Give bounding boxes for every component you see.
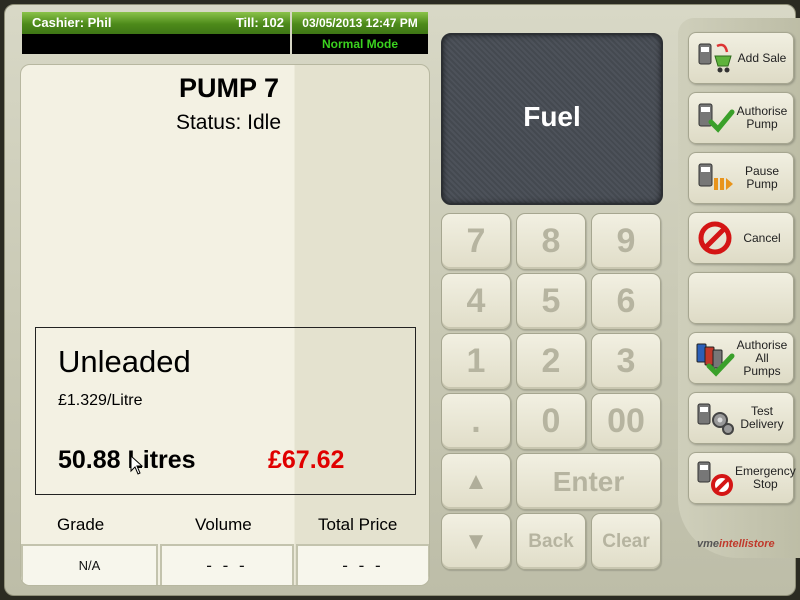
pump-gears-icon bbox=[697, 403, 734, 435]
key-up[interactable]: ▲ bbox=[441, 453, 511, 510]
pause-pump-label: Pause Pump bbox=[744, 164, 780, 191]
add-sale-label: Add Sale bbox=[737, 50, 787, 65]
brand-logo-prefix: vme bbox=[697, 538, 720, 550]
pump-stop-icon bbox=[697, 461, 733, 496]
row-grade-cell: N/A bbox=[21, 544, 158, 585]
authorise-all-pumps-label: Authorise All Pumps bbox=[736, 337, 788, 378]
status-bar: Cashier: Phil Till: 102 03/05/2013 12:47… bbox=[22, 12, 428, 54]
back-button[interactable]: Back bbox=[516, 513, 586, 570]
cancel-label: Cancel bbox=[743, 230, 781, 245]
key-2[interactable]: 2 bbox=[516, 333, 586, 390]
key-4[interactable]: 4 bbox=[441, 273, 511, 330]
fuel-display: Fuel bbox=[441, 33, 663, 205]
key-8[interactable]: 8 bbox=[516, 213, 586, 270]
till-number: Till: 102 bbox=[235, 15, 284, 30]
row-total-price-cell: - - - bbox=[296, 544, 429, 585]
display-label: Fuel bbox=[523, 101, 581, 132]
test-delivery-label: Test Delivery bbox=[740, 404, 784, 431]
brand-logo-suffix: intellistore bbox=[719, 538, 775, 550]
arrow-up-icon: ▲ bbox=[464, 467, 488, 495]
column-header-volume: Volume bbox=[195, 515, 252, 534]
arrow-down-icon: ▼ bbox=[464, 527, 488, 555]
pump-cart-icon bbox=[698, 43, 732, 73]
sale-summary-box[interactable]: Unleaded £1.329/Litre 50.88 Litres £67.6… bbox=[35, 327, 416, 495]
cashier-label: Cashier: Phil Till: 102 bbox=[22, 12, 290, 34]
key-down[interactable]: ▼ bbox=[441, 513, 511, 570]
authorise-all-pumps-button[interactable]: Authorise All Pumps bbox=[688, 332, 794, 384]
sale-total: £67.62 bbox=[268, 446, 345, 474]
clear-button[interactable]: Clear bbox=[591, 513, 661, 570]
pump-status: Status: Idle bbox=[175, 111, 281, 134]
emergency-stop-label: Emergency Stop bbox=[735, 464, 796, 491]
key-6[interactable]: 6 bbox=[591, 273, 661, 330]
row-volume-cell: - - - bbox=[160, 544, 294, 585]
mode-indicator: Normal Mode bbox=[292, 34, 428, 54]
key-00[interactable]: 00 bbox=[591, 393, 661, 450]
key-0[interactable]: 0 bbox=[516, 393, 586, 450]
key-decimal[interactable]: . bbox=[441, 393, 511, 450]
add-sale-button[interactable]: Add Sale bbox=[688, 32, 794, 84]
datetime: 03/05/2013 12:47 PM bbox=[292, 12, 428, 34]
grade-name: Unleaded bbox=[58, 344, 191, 379]
pumps-check-icon bbox=[696, 343, 735, 377]
sale-litres: 50.88 Litres bbox=[58, 446, 196, 474]
key-9[interactable]: 9 bbox=[591, 213, 661, 270]
column-header-total-price: Total Price bbox=[318, 515, 398, 534]
pump-pause-icon bbox=[698, 163, 733, 190]
brand-logo: vmeintellistore bbox=[697, 538, 775, 550]
blank-button[interactable] bbox=[688, 272, 794, 324]
cancel-icon bbox=[698, 221, 732, 255]
test-delivery-button[interactable]: Test Delivery bbox=[688, 392, 794, 444]
cashier-name: Cashier: Phil bbox=[32, 15, 112, 30]
price-per-litre: £1.329/Litre bbox=[58, 392, 143, 409]
enter-button[interactable]: Enter bbox=[516, 453, 661, 510]
key-7[interactable]: 7 bbox=[441, 213, 511, 270]
authorise-pump-label: Authorise Pump bbox=[736, 104, 788, 131]
pump-title: PUMP 7 bbox=[178, 73, 279, 103]
key-5[interactable]: 5 bbox=[516, 273, 586, 330]
key-3[interactable]: 3 bbox=[591, 333, 661, 390]
mouse-pointer-icon bbox=[130, 455, 144, 475]
pump-check-icon bbox=[698, 103, 735, 133]
pause-pump-button[interactable]: Pause Pump bbox=[688, 152, 794, 204]
pump-panel[interactable]: PUMP 7 Status: Idle Unleaded £1.329/Litr… bbox=[20, 64, 430, 586]
cancel-button[interactable]: Cancel bbox=[688, 212, 794, 264]
emergency-stop-button[interactable]: Emergency Stop bbox=[688, 452, 796, 504]
status-message-area bbox=[22, 34, 290, 54]
key-1[interactable]: 1 bbox=[441, 333, 511, 390]
authorise-pump-button[interactable]: Authorise Pump bbox=[688, 92, 794, 144]
column-header-grade: Grade bbox=[57, 515, 105, 534]
